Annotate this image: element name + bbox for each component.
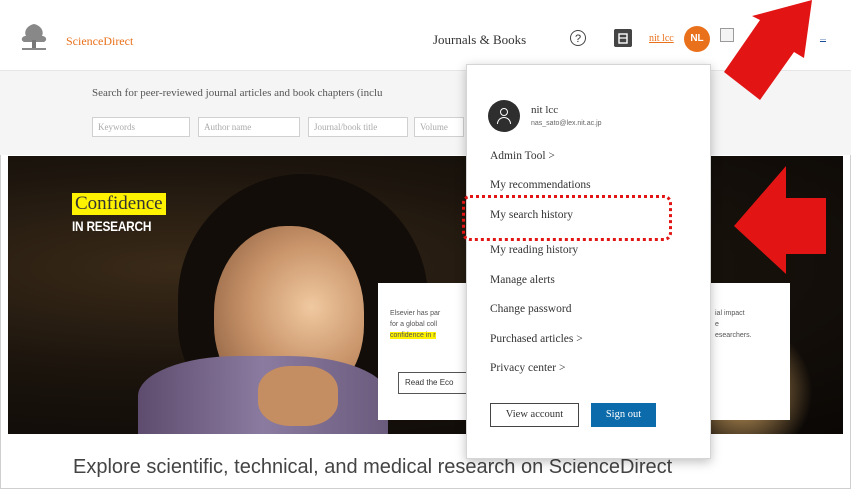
promo-highlight: confidence in r: [390, 332, 436, 339]
menu-my-reading-history[interactable]: My reading history: [490, 244, 578, 256]
help-icon[interactable]: ?: [570, 30, 586, 46]
hero-subtitle: IN RESEARCH: [72, 218, 152, 234]
person-head-icon: [500, 108, 508, 116]
sign-out-button[interactable]: Sign out: [591, 403, 656, 427]
menu-change-password[interactable]: Change password: [490, 303, 571, 315]
arrow-down-left-icon: [724, 0, 812, 100]
menu-my-recommendations[interactable]: My recommendations: [490, 179, 591, 191]
hero-person-hand: [258, 366, 338, 426]
promo-text-left: Elsevier has par for a global coll confi…: [390, 308, 470, 341]
arrow-left-icon: [734, 166, 826, 274]
hero-title: Confidence: [72, 193, 166, 215]
brand-name[interactable]: ScienceDirect: [66, 34, 133, 49]
person-shoulder-icon: [497, 117, 511, 124]
elsevier-logo-icon: [16, 20, 52, 54]
menu-purchased-articles[interactable]: Purchased articles >: [490, 333, 583, 345]
dropdown-user-email: nas_sato@lex.nit.ac.jp: [531, 120, 602, 127]
menu-manage-alerts[interactable]: Manage alerts: [490, 274, 555, 286]
keywords-input[interactable]: Keywords: [92, 117, 190, 137]
journal-book-title-input[interactable]: Journal/book title: [308, 117, 408, 137]
promo-line: esearchers.: [715, 332, 752, 339]
nav-journals-books[interactable]: Journals & Books: [433, 32, 526, 48]
promo-line: Elsevier has par: [390, 310, 441, 317]
view-account-button[interactable]: View account: [490, 403, 579, 427]
promo-text-right: ial impact e esearchers.: [715, 308, 775, 341]
menu-admin-tool[interactable]: Admin Tool >: [490, 150, 555, 162]
user-avatar-button[interactable]: NL: [684, 26, 710, 52]
menu-privacy-center[interactable]: Privacy center >: [490, 362, 565, 374]
promo-line: for a global coll: [390, 321, 438, 328]
user-name-link[interactable]: nit lcc: [649, 33, 674, 44]
explore-heading: Explore scientific, technical, and medic…: [73, 456, 673, 478]
author-name-input[interactable]: Author name: [198, 117, 300, 137]
dropdown-user-name: nit lcc: [531, 104, 559, 116]
search-prompt: Search for peer-reviewed journal article…: [92, 87, 383, 99]
highlight-box: [462, 195, 672, 241]
promo-line: ial impact: [715, 310, 745, 317]
dropdown-avatar-icon: [488, 100, 520, 132]
promo-line: e: [715, 321, 719, 328]
volume-input[interactable]: Volume: [414, 117, 464, 137]
institution-icon[interactable]: [614, 29, 632, 47]
